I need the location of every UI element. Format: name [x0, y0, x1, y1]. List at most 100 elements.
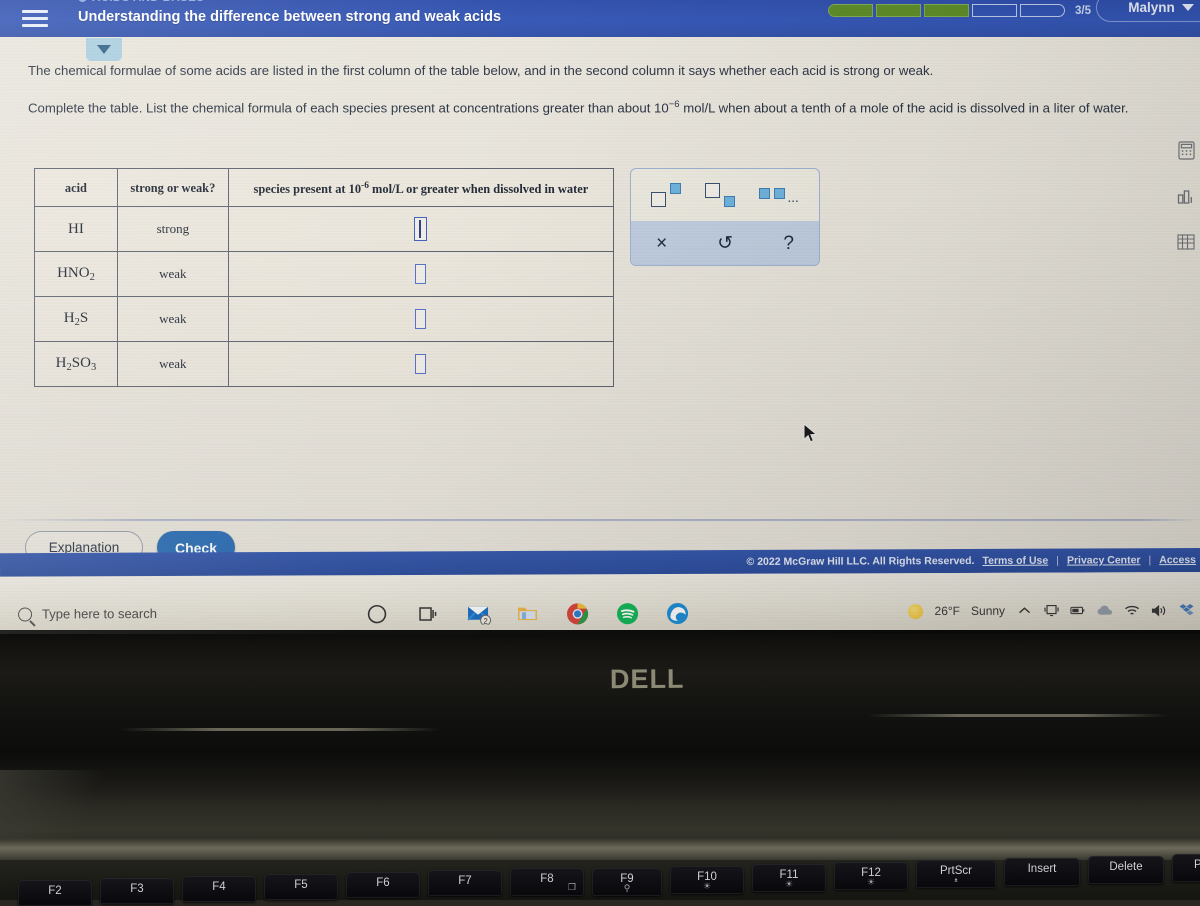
key-f9[interactable]: F9 ⚲	[592, 868, 662, 896]
key-prtscr[interactable]: PrtScr ᵜ	[916, 860, 996, 888]
user-account-button[interactable]: Malynn	[1096, 0, 1200, 22]
table-row: H2S weak	[34, 296, 615, 343]
dell-brand-logo: DELL	[609, 663, 685, 695]
progress-segment-4	[972, 4, 1017, 17]
help-button[interactable]: ?	[783, 234, 794, 253]
key-label: F4	[212, 881, 226, 893]
undo-button[interactable]: ↺	[717, 234, 733, 253]
progress-segment-3	[924, 4, 969, 17]
key-symbol: ❐	[567, 882, 576, 892]
accessibility-link[interactable]: Access	[1159, 554, 1196, 566]
acid-formula-tail: SO	[71, 355, 91, 372]
chevron-down-icon	[1181, 4, 1194, 11]
privacy-center-link[interactable]: Privacy Center	[1067, 554, 1141, 566]
onedrive-icon[interactable]	[1097, 602, 1113, 618]
species-answer-input[interactable]	[414, 217, 428, 242]
key-f8[interactable]: F8 ❐	[510, 868, 584, 896]
table-row: H2SO3 weak	[34, 341, 615, 388]
species-header-part-b: mol/L or greater when dissolved in water	[368, 182, 589, 197]
chassis-hinge-line-right	[868, 714, 1168, 717]
wifi-icon[interactable]	[1124, 602, 1140, 618]
key-symbol: ☀	[784, 879, 794, 889]
superscript-icon[interactable]	[651, 183, 681, 207]
laptop-keyboard-function-row: F2 F3 F4 F5 F6 F7 F8 ❐ F9 ⚲ F10 ☀ F11 ☀ F12 ☀…	[0, 854, 1200, 906]
laptop-screen: ACIDS AND BASES Understanding the differ…	[0, 0, 1200, 634]
species-answer-input[interactable]	[415, 354, 427, 375]
key-f4[interactable]: F4	[182, 876, 256, 902]
chassis-left-shadow	[0, 770, 120, 840]
content-divider	[0, 519, 1200, 521]
species-answer-cell-hno2[interactable]	[227, 251, 615, 298]
clear-button[interactable]: ×	[656, 234, 667, 253]
progress-segment-5	[1020, 4, 1065, 17]
acid-formula-text: H	[63, 310, 75, 327]
progress-segment-2	[876, 4, 921, 17]
key-f7[interactable]: F7	[428, 870, 502, 896]
answer-table: acid strong or weak? species present at …	[34, 167, 615, 388]
key-f11[interactable]: F11 ☀	[752, 864, 826, 892]
keyboard-deck-highlight	[0, 838, 1200, 860]
subscript-icon[interactable]	[705, 183, 735, 207]
calculator-icon[interactable]	[1176, 140, 1196, 160]
battery-icon[interactable]	[1070, 602, 1086, 618]
key-insert[interactable]: Insert	[1004, 858, 1080, 886]
system-tray: 26°F Sunny	[908, 602, 1194, 619]
weather-description[interactable]: Sunny	[971, 604, 1005, 618]
species-answer-input[interactable]	[415, 309, 427, 330]
prompt-p2-part-a: Complete the table. List the chemical fo…	[28, 100, 669, 116]
species-header-part-a: species present at 10	[253, 182, 362, 197]
key-f12[interactable]: F12 ☀	[834, 862, 908, 890]
windows-taskbar: Type here to search 2 26°F Sunny	[0, 572, 1200, 634]
key-f10[interactable]: F10 ☀	[670, 866, 744, 894]
acid-formula-text: H	[55, 355, 67, 372]
volume-icon[interactable]	[1151, 602, 1167, 618]
prompt-paragraph-2: Complete the table. List the chemical fo…	[28, 94, 1153, 118]
key-label: F8	[540, 873, 554, 885]
terms-of-use-link[interactable]: Terms of Use	[982, 555, 1048, 567]
acid-strength-h2so3: weak	[116, 341, 229, 388]
series-ellipsis: ...	[788, 194, 800, 205]
formula-toolbar-bottom-row: × ↺ ?	[631, 221, 819, 265]
collapse-panel-button[interactable]	[86, 38, 122, 61]
species-answer-cell-hi[interactable]	[227, 206, 615, 253]
chrome-icon[interactable]	[566, 602, 590, 626]
species-answer-cell-h2so3[interactable]	[227, 341, 615, 388]
taskbar-icons: 2	[366, 602, 690, 627]
key-label: Insert	[1027, 863, 1057, 875]
chevron-down-icon	[97, 45, 111, 54]
mail-icon[interactable]: 2	[466, 603, 492, 627]
task-view-icon[interactable]	[416, 603, 440, 627]
cortana-icon[interactable]	[366, 603, 390, 627]
key-symbol: ☀	[866, 877, 876, 887]
app-header: ACIDS AND BASES Understanding the differ…	[0, 0, 1200, 37]
question-prompt: The chemical formulae of some acids are …	[28, 60, 1153, 131]
key-f3[interactable]: F3	[100, 878, 174, 904]
show-hidden-icons-chevron[interactable]	[1016, 603, 1032, 619]
acid-formula-text: HI	[68, 220, 84, 237]
key-f5[interactable]: F5	[264, 874, 338, 900]
bar-chart-icon[interactable]	[1176, 186, 1196, 206]
species-answer-cell-h2s[interactable]	[227, 296, 615, 343]
display-settings-icon[interactable]	[1043, 603, 1059, 619]
acid-formula-text: HNO	[57, 265, 90, 282]
menu-hamburger-icon[interactable]	[22, 7, 48, 29]
dropbox-icon[interactable]	[1178, 602, 1194, 618]
file-explorer-icon[interactable]	[516, 603, 540, 627]
key-f6[interactable]: F6	[346, 872, 420, 898]
weather-temperature[interactable]: 26°F	[934, 604, 960, 618]
spotify-icon[interactable]	[616, 602, 640, 626]
species-list-icon[interactable]: ...	[759, 183, 799, 207]
species-answer-input[interactable]	[415, 264, 427, 285]
svg-text:2: 2	[483, 617, 488, 625]
taskbar-search[interactable]: Type here to search	[18, 606, 157, 622]
key-f2[interactable]: F2	[18, 880, 92, 906]
edge-icon[interactable]	[666, 602, 690, 626]
periodic-table-icon[interactable]	[1176, 232, 1196, 252]
footer-separator-2: |	[1148, 554, 1152, 567]
tool-rail	[1174, 140, 1198, 252]
key-delete[interactable]: Delete	[1088, 856, 1164, 884]
prompt-paragraph-1: The chemical formulae of some acids are …	[28, 63, 934, 78]
key-symbol: ᵜ	[954, 876, 958, 886]
column-header-acid: acid	[34, 167, 118, 208]
key-pageup[interactable]: Pg	[1172, 854, 1200, 882]
